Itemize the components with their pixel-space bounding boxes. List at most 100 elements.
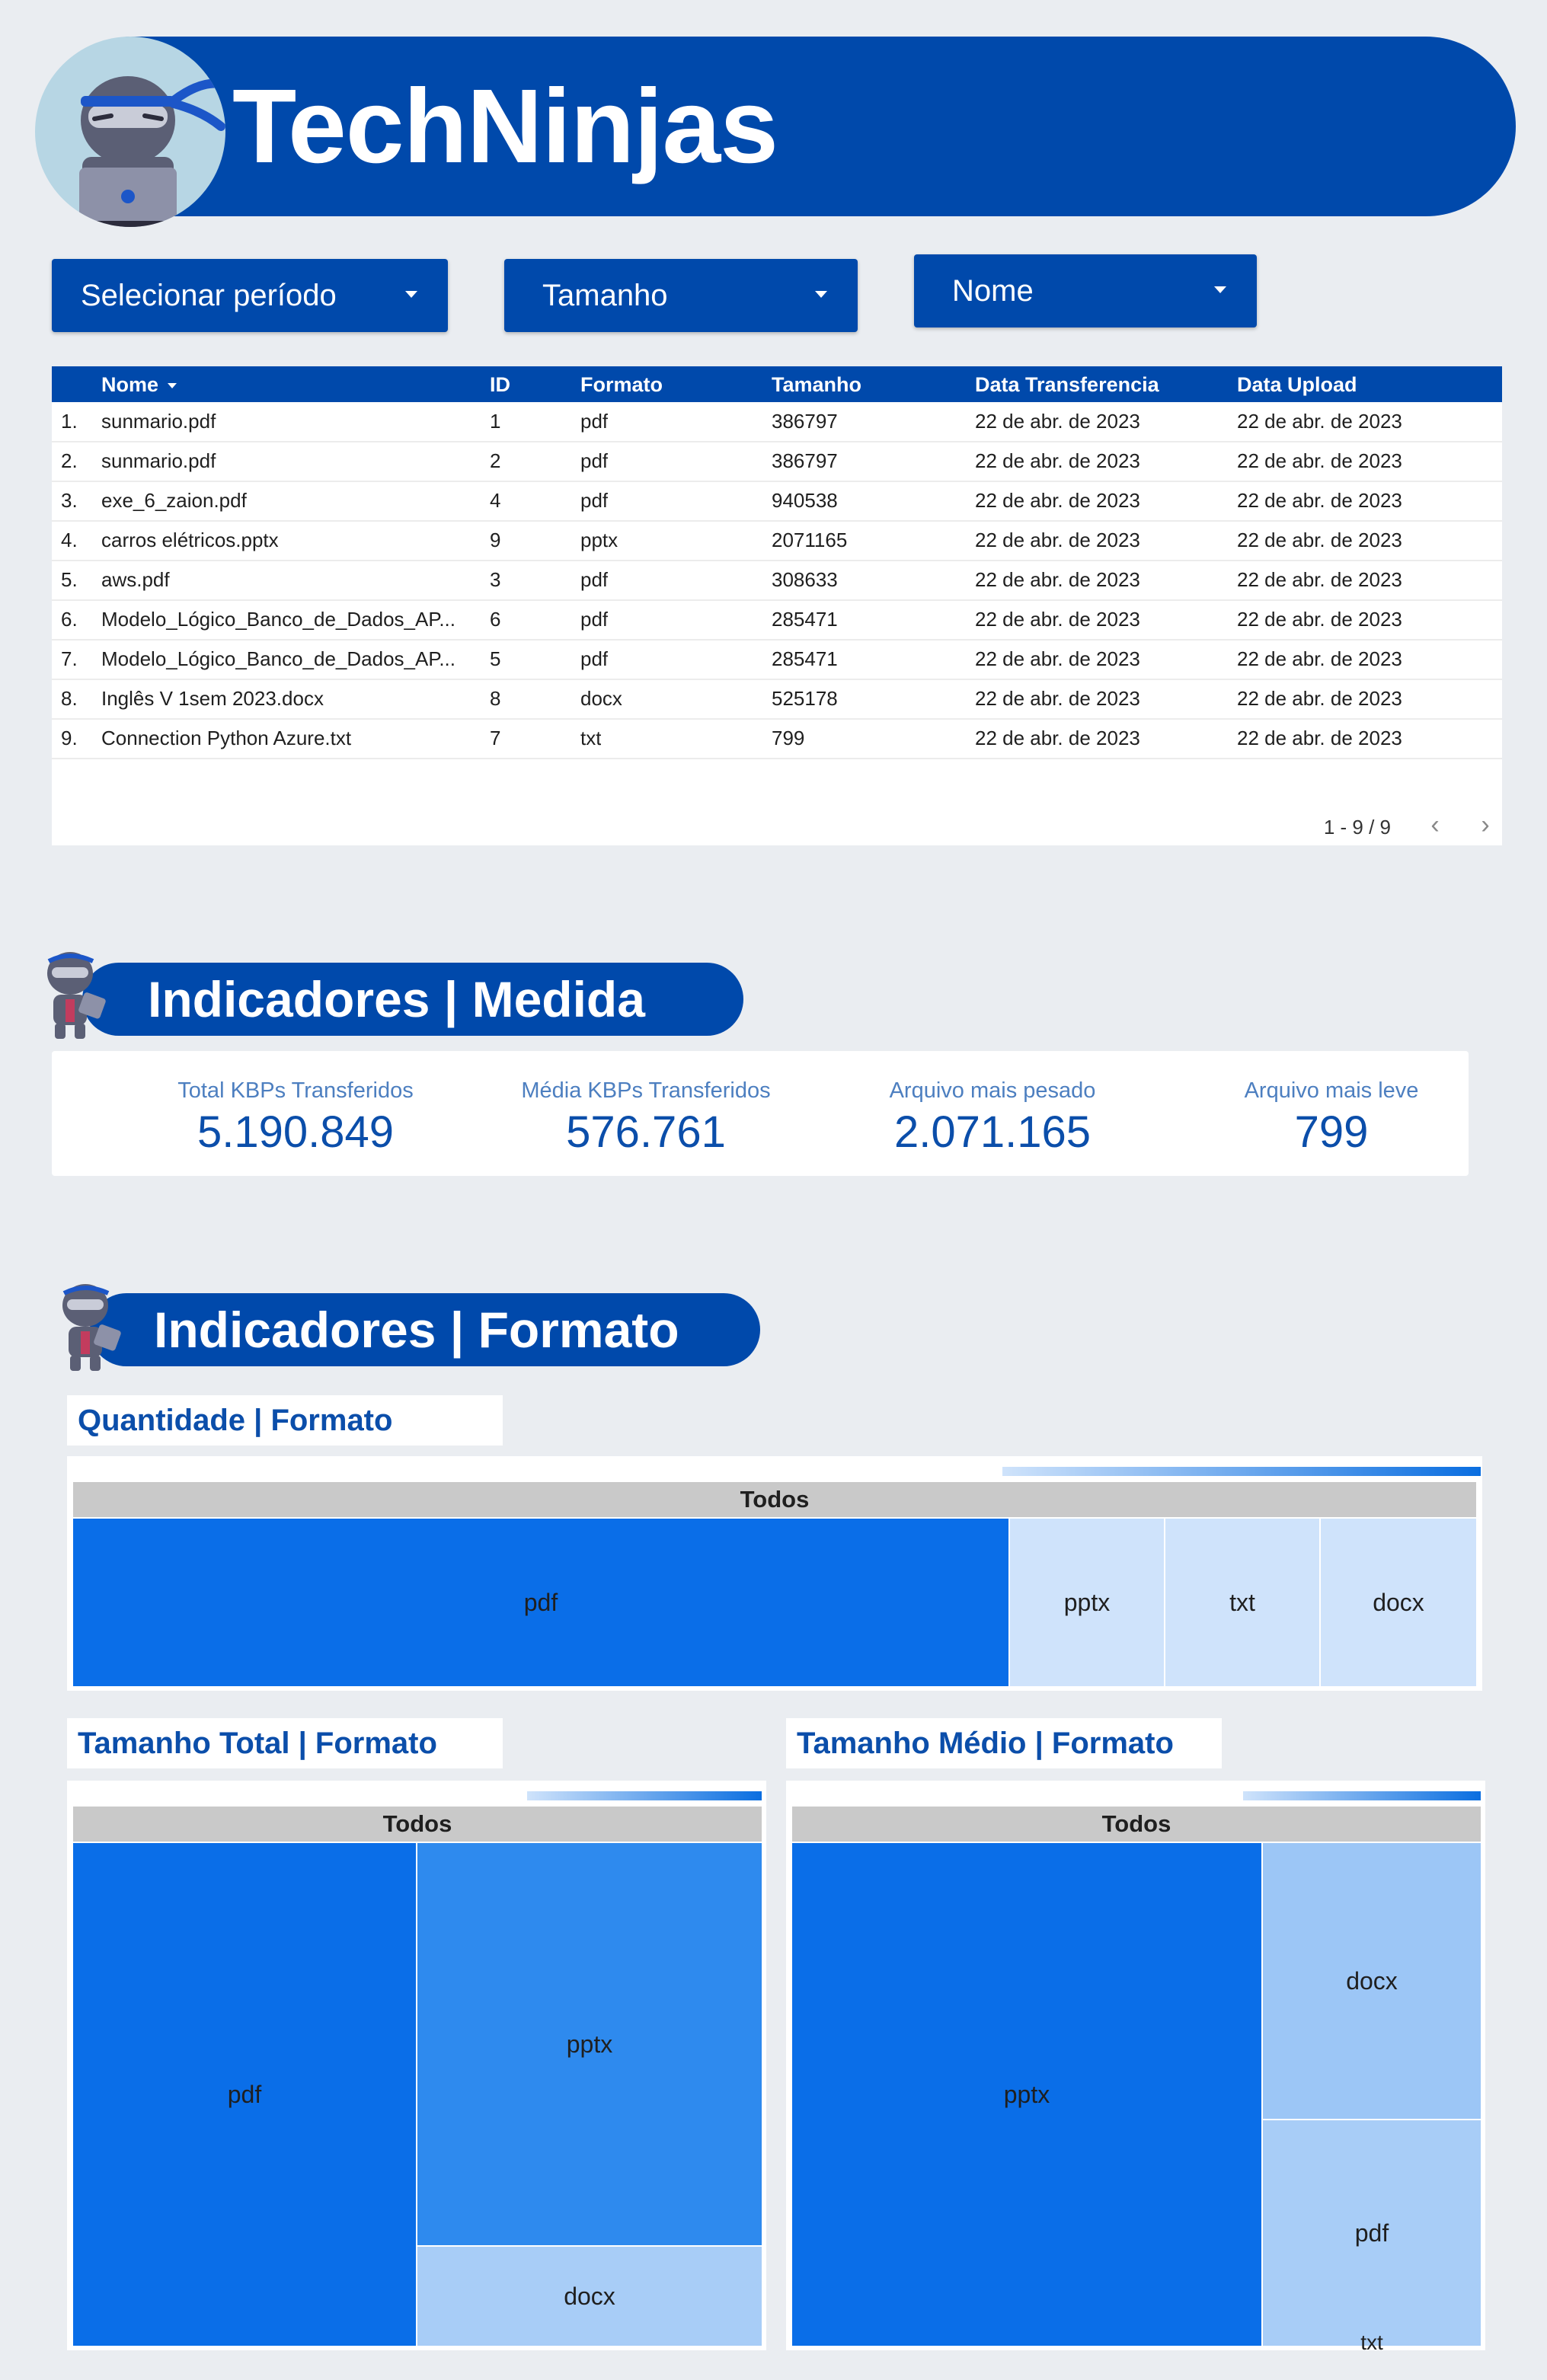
table-row[interactable]: 9. Connection Python Azure.txt 7 txt 799 22 d… (52, 719, 1502, 759)
cell-nome: Modelo_Lógico_Banco_de_Dados_AP... (101, 608, 455, 631)
cell-row-number: 5. (61, 568, 78, 591)
column-header-formato[interactable]: Formato (580, 372, 663, 398)
chevron-left-icon[interactable]: ‹ (1421, 810, 1449, 840)
kpi-media-transferidos: Média KBPs Transferidos 576.761 (486, 1078, 806, 1158)
cell-data-upload: 22 de abr. de 2023 (1237, 687, 1402, 710)
kpi-arquivo-mais-leve: Arquivo mais leve 799 (1171, 1078, 1491, 1158)
cell-nome: sunmario.pdf (101, 449, 216, 472)
section-title-formato: Indicadores | Formato (90, 1293, 760, 1366)
treemap-cell-pptx[interactable]: pptx (1008, 1517, 1165, 1688)
cell-formato: pdf (580, 568, 609, 591)
kpi-card: Total KBPs Transferidos 5.190.849 Média … (52, 1051, 1469, 1176)
cell-row-number: 2. (61, 449, 78, 472)
cell-data-transferencia: 22 de abr. de 2023 (975, 449, 1140, 472)
size-filter-dropdown[interactable]: Tamanho (504, 259, 858, 332)
ninja-logo (35, 37, 225, 227)
color-scale-bar (1002, 1467, 1481, 1476)
cell-formato: pdf (580, 410, 609, 433)
cell-data-upload: 22 de abr. de 2023 (1237, 489, 1402, 512)
name-filter-dropdown[interactable]: Nome (914, 254, 1257, 327)
cell-data-upload: 22 de abr. de 2023 (1237, 410, 1402, 433)
kpi-arquivo-mais-pesado: Arquivo mais pesado 2.071.165 (833, 1078, 1152, 1158)
cell-row-number: 6. (61, 608, 78, 631)
cell-id: 7 (490, 727, 501, 749)
cell-formato: pdf (580, 489, 609, 512)
app-title: TechNinjas (232, 68, 778, 185)
treemap-cell-pdf[interactable]: pdf (72, 1842, 417, 2347)
table-row[interactable]: 8. Inglês V 1sem 2023.docx 8 docx 525178 22 d… (52, 679, 1502, 720)
treemap-tamanho-total: Todos pdf pptx docx (67, 1781, 766, 2350)
treemap-cell-pdf[interactable]: pdf (72, 1517, 1010, 1688)
cell-formato: pdf (580, 449, 609, 472)
cell-tamanho: 285471 (772, 608, 838, 631)
cell-id: 5 (490, 647, 501, 670)
cell-id: 6 (490, 608, 501, 631)
name-filter-label: Nome (952, 273, 1034, 308)
kpi-value: 5.190.849 (197, 1107, 395, 1157)
cell-tamanho: 2071165 (772, 529, 848, 551)
treemap-cell-pptx[interactable]: pptx (791, 1842, 1263, 2347)
cell-data-upload: 22 de abr. de 2023 (1237, 449, 1402, 472)
files-table: Nome ID Formato Tamanho Data Transferenc… (52, 366, 1502, 845)
treemap-tamanho-medio: Todos pptx docx pdf txt (786, 1781, 1485, 2354)
cell-id: 2 (490, 449, 501, 472)
pagination-label: 1 - 9 / 9 (1323, 816, 1391, 839)
kpi-label: Média KBPs Transferidos (521, 1078, 771, 1103)
treemap-cell-docx[interactable]: docx (1319, 1517, 1478, 1688)
cell-formato: pptx (580, 529, 618, 551)
table-row[interactable]: 2. sunmario.pdf 2 pdf 386797 22 de abr. de 20… (52, 442, 1502, 482)
treemap-cell-docx[interactable]: docx (416, 2245, 763, 2347)
treemap-cell-pdf[interactable]: pdf (1261, 2119, 1482, 2347)
treemap-cell-docx[interactable]: docx (1261, 1842, 1482, 2120)
treemap-cell-txt[interactable]: txt (1164, 1517, 1321, 1688)
table-row[interactable]: 7. Modelo_Lógico_Banco_de_Dados_AP... 5 pdf… (52, 640, 1502, 680)
cell-row-number: 4. (61, 529, 78, 551)
kpi-label: Total KBPs Transferidos (177, 1078, 414, 1103)
cell-id: 3 (490, 568, 501, 591)
cell-data-upload: 22 de abr. de 2023 (1237, 727, 1402, 749)
kpi-label: Arquivo mais pesado (889, 1078, 1096, 1103)
cell-id: 9 (490, 529, 501, 551)
column-header-tamanho[interactable]: Tamanho (772, 372, 861, 398)
treemap-root-header[interactable]: Todos (792, 1807, 1481, 1842)
cell-nome: exe_6_zaion.pdf (101, 489, 247, 512)
cell-data-transferencia: 22 de abr. de 2023 (975, 727, 1140, 749)
cell-id: 1 (490, 410, 501, 433)
column-header-data-transferencia[interactable]: Data Transferencia (975, 372, 1159, 398)
cell-data-upload: 22 de abr. de 2023 (1237, 529, 1402, 551)
column-header-data-upload[interactable]: Data Upload (1237, 372, 1357, 398)
cell-data-upload: 22 de abr. de 2023 (1237, 647, 1402, 670)
table-row[interactable]: 4. carros elétricos.pptx 9 pptx 2071165 22 de… (52, 521, 1502, 561)
table-row[interactable]: 5. aws.pdf 3 pdf 308633 22 de abr. de 2023 22 … (52, 561, 1502, 601)
cell-row-number: 1. (61, 410, 78, 433)
column-header-nome[interactable]: Nome (101, 372, 177, 398)
period-filter-dropdown[interactable]: Selecionar período (52, 259, 448, 332)
chevron-right-icon[interactable]: › (1472, 810, 1499, 840)
cell-data-transferencia: 22 de abr. de 2023 (975, 529, 1140, 551)
color-scale-bar (527, 1791, 762, 1800)
column-header-id[interactable]: ID (490, 372, 510, 398)
chart-title-tamanho-medio: Tamanho Médio | Formato (786, 1718, 1222, 1768)
table-row[interactable]: 6. Modelo_Lógico_Banco_de_Dados_AP... 6 pdf… (52, 600, 1502, 641)
treemap-cell-txt[interactable]: txt (1261, 2330, 1482, 2354)
sort-down-icon[interactable] (168, 383, 177, 389)
cell-data-upload: 22 de abr. de 2023 (1237, 608, 1402, 631)
cell-data-transferencia: 22 de abr. de 2023 (975, 489, 1140, 512)
cell-row-number: 3. (61, 489, 78, 512)
kpi-value: 799 (1294, 1107, 1369, 1157)
table-row[interactable]: 3. exe_6_zaion.pdf 4 pdf 940538 22 de abr. de… (52, 481, 1502, 522)
cell-nome: carros elétricos.pptx (101, 529, 279, 551)
chart-title-quantidade: Quantidade | Formato (67, 1395, 503, 1446)
caret-down-icon (405, 291, 417, 298)
caret-down-icon (815, 291, 827, 298)
ninja-laptop-icon (66, 76, 225, 227)
treemap-cell-pptx[interactable]: pptx (416, 1842, 763, 2247)
table-row[interactable]: 1. sunmario.pdf 1 pdf 386797 22 de abr. de 20… (52, 402, 1502, 442)
kpi-total-transferidos: Total KBPs Transferidos 5.190.849 (136, 1078, 455, 1158)
cell-nome: Modelo_Lógico_Banco_de_Dados_AP... (101, 647, 455, 670)
cell-data-transferencia: 22 de abr. de 2023 (975, 568, 1140, 591)
cell-tamanho: 386797 (772, 410, 838, 433)
cell-nome: sunmario.pdf (101, 410, 216, 433)
treemap-root-header[interactable]: Todos (73, 1807, 762, 1842)
treemap-root-header[interactable]: Todos (73, 1482, 1476, 1517)
